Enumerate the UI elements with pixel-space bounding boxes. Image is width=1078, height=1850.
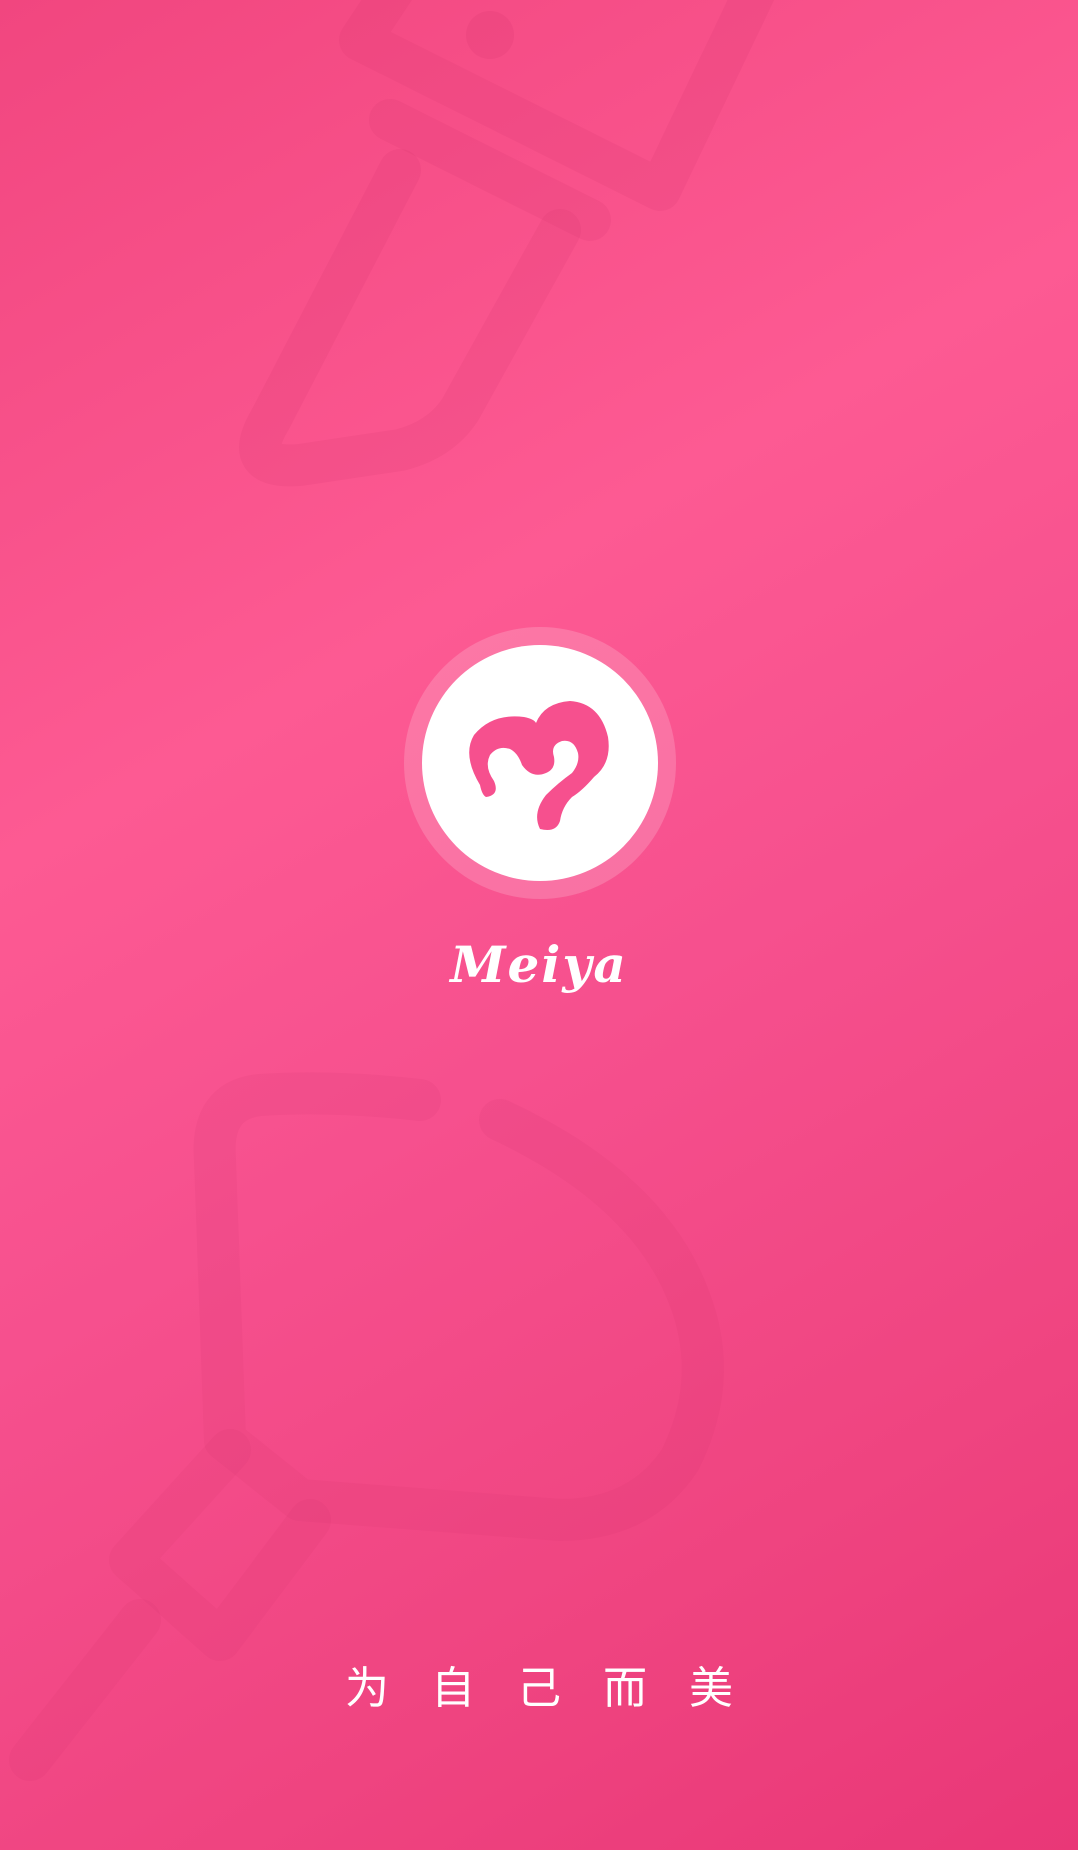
logo-circle (422, 645, 658, 881)
slogan-char: 己 (517, 1663, 561, 1714)
slogan-char: 自 (431, 1663, 475, 1714)
app-logo (404, 627, 676, 899)
meiya-swirl-logo-icon (469, 701, 609, 830)
app-name: Meiya (450, 935, 628, 994)
slogan-char: 美 (689, 1663, 733, 1714)
slogan-char: 为 (345, 1663, 389, 1714)
splash-content: Meiya 为 自 己 而 美 (0, 0, 1078, 1850)
slogan-char: 而 (603, 1663, 647, 1714)
slogan: 为 自 己 而 美 (0, 1652, 1078, 1716)
